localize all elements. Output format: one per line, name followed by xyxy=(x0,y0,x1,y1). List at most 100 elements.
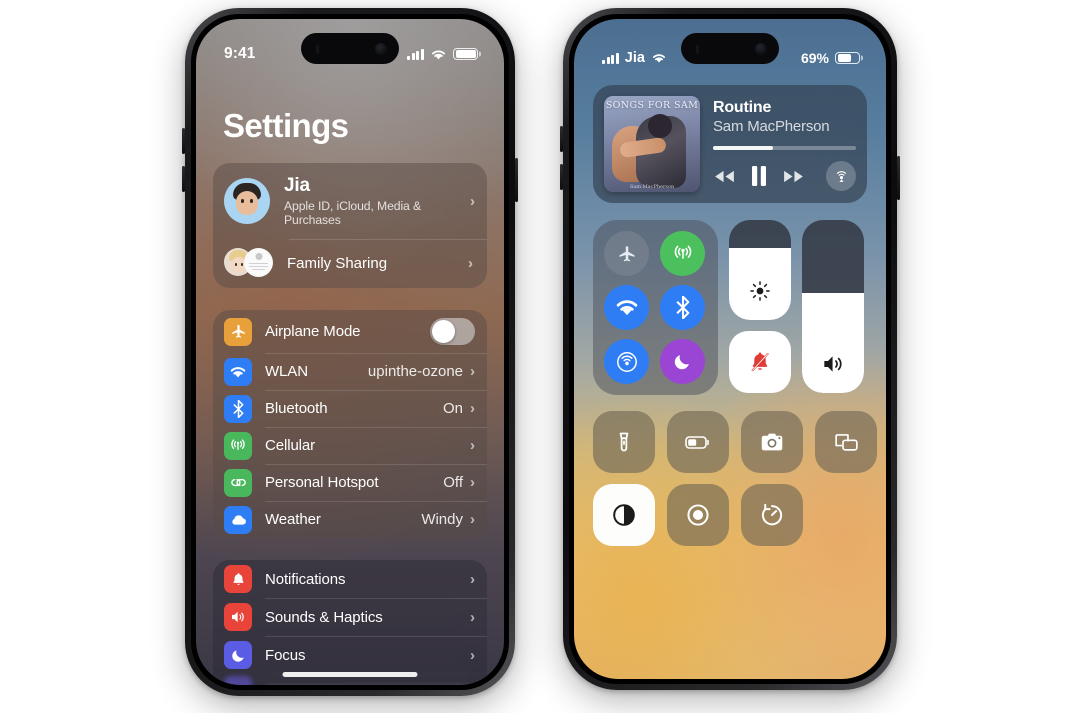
settings-row-personal-hotspot[interactable]: Personal Hotspot Off › xyxy=(213,464,487,501)
airplay-audio-icon[interactable] xyxy=(826,161,856,191)
settings-row-airplane-mode[interactable]: Airplane Mode xyxy=(213,310,487,353)
settings-row-value: upinthe-ozone xyxy=(367,363,463,380)
album-art-signature: Sam MacPherson xyxy=(629,184,675,190)
cellular-signal-icon xyxy=(224,431,252,460)
power-button[interactable] xyxy=(897,156,900,200)
settings-row-bluetooth[interactable]: Bluetooth On › xyxy=(213,390,487,427)
settings-row-label: Focus xyxy=(265,646,306,664)
settings-row-label: WLAN xyxy=(265,363,308,380)
track-artist: Sam MacPherson xyxy=(713,118,830,135)
wifi-toggle[interactable] xyxy=(604,285,649,330)
chevron-right-icon: › xyxy=(470,437,475,454)
dynamic-island xyxy=(681,33,779,64)
album-art-title: SONGS FOR SAM xyxy=(605,100,699,111)
moon-icon xyxy=(224,641,252,669)
wifi-icon xyxy=(224,357,252,386)
dark-mode-tile[interactable] xyxy=(593,484,655,546)
chevron-right-icon: › xyxy=(470,646,475,664)
family-avatars xyxy=(224,248,280,278)
control-center-content: SONGS FOR SAM Sam MacPherson Routine Sam… xyxy=(574,19,886,679)
volume-column xyxy=(802,220,864,395)
chevron-right-icon: › xyxy=(470,192,475,210)
iphone-device-settings: 9:41 Settings Jia Apple ID, iCloud, Medi… xyxy=(182,8,518,696)
settings-row-label: Cellular xyxy=(265,437,316,454)
memoji-avatar xyxy=(224,178,270,224)
settings-row-label: Sounds & Haptics xyxy=(265,608,383,626)
cellular-data-toggle[interactable] xyxy=(660,231,705,276)
battery-icon xyxy=(835,51,860,65)
settings-row-wlan[interactable]: WLAN upinthe-ozone › xyxy=(213,353,487,390)
chevron-right-icon: › xyxy=(468,254,473,272)
focus-toggle[interactable] xyxy=(660,339,705,384)
dynamic-island xyxy=(301,33,399,64)
account-subtitle: Apple ID, iCloud, Media & Purchases xyxy=(284,199,422,227)
settings-row-label: Bluetooth xyxy=(265,400,328,417)
chevron-right-icon: › xyxy=(470,363,475,380)
flashlight-tile[interactable] xyxy=(593,411,655,473)
settings-row-label: Personal Hotspot xyxy=(265,474,379,491)
chevron-right-icon: › xyxy=(470,570,475,588)
carrier-label: Jia xyxy=(624,50,645,66)
settings-row-value: Off xyxy=(443,474,463,491)
sun-icon xyxy=(729,262,791,320)
wifi-icon xyxy=(652,54,665,63)
camera-tile[interactable] xyxy=(741,411,803,473)
chevron-right-icon: › xyxy=(470,400,475,417)
apple-id-row[interactable]: Jia Apple ID, iCloud, Media & Purchases … xyxy=(213,163,487,239)
bluetooth-toggle[interactable] xyxy=(660,285,705,330)
cloud-icon xyxy=(224,505,252,534)
earpiece-speaker-icon xyxy=(696,44,699,53)
speaker-wave-icon xyxy=(224,603,252,631)
now-playing-card[interactable]: SONGS FOR SAM Sam MacPherson Routine Sam… xyxy=(593,85,867,203)
airplane-icon xyxy=(224,317,252,346)
connectivity-card: Airplane Mode WLAN upinthe-ozone › Bluet… xyxy=(213,310,487,538)
album-artwork[interactable]: SONGS FOR SAM Sam MacPherson xyxy=(604,96,700,192)
playback-scrubber[interactable] xyxy=(713,146,856,150)
bell-icon xyxy=(224,565,252,593)
settings-row-notifications[interactable]: Notifications › xyxy=(213,560,487,598)
airplane-mode-toggle[interactable] xyxy=(604,231,649,276)
settings-row-value: Windy xyxy=(421,511,463,528)
fast-forward-icon[interactable] xyxy=(782,169,805,184)
earpiece-speaker-icon xyxy=(316,44,319,53)
settings-row-focus[interactable]: Focus › xyxy=(213,636,487,674)
silent-mode-button[interactable] xyxy=(729,331,791,393)
settings-row-label: Weather xyxy=(265,511,321,528)
settings-row-weather[interactable]: Weather Windy › xyxy=(213,501,487,538)
settings-row-label: Airplane Mode xyxy=(265,323,361,340)
settings-row-sounds-haptics[interactable]: Sounds & Haptics › xyxy=(213,598,487,636)
low-power-mode-tile[interactable] xyxy=(667,411,729,473)
home-indicator[interactable] xyxy=(282,672,418,677)
timer-tile[interactable] xyxy=(741,484,803,546)
pause-icon[interactable] xyxy=(751,166,767,186)
airplane-mode-toggle[interactable] xyxy=(430,318,475,345)
iphone-device-control-center: Jia 69% SONGS FOR SAM Sam MacPherson Rou… xyxy=(560,8,900,690)
settings-content: Settings Jia Apple ID, iCloud, Media & P… xyxy=(196,19,504,685)
family-sharing-label: Family Sharing xyxy=(287,254,388,272)
volume-slider[interactable] xyxy=(802,220,864,393)
bluetooth-icon xyxy=(224,394,252,423)
cellular-bars-icon xyxy=(407,48,424,60)
front-camera-icon xyxy=(375,42,387,55)
settings-row-value: On xyxy=(442,400,463,417)
hotspot-link-icon xyxy=(224,468,252,497)
rewind-icon[interactable] xyxy=(713,169,736,184)
control-center-middle xyxy=(593,220,867,395)
brightness-slider[interactable] xyxy=(729,220,791,320)
settings-row-cellular[interactable]: Cellular › xyxy=(213,427,487,464)
family-sharing-row[interactable]: Family Sharing › xyxy=(213,239,487,288)
settings-screen: 9:41 Settings Jia Apple ID, iCloud, Medi… xyxy=(196,19,504,685)
screen-record-tile[interactable] xyxy=(667,484,729,546)
brightness-and-silent-column xyxy=(729,220,791,395)
chevron-right-icon: › xyxy=(470,511,475,528)
account-card: Jia Apple ID, iCloud, Media & Purchases … xyxy=(213,163,487,288)
speaker-wave-icon xyxy=(802,335,864,393)
track-title: Routine xyxy=(713,99,772,116)
account-name: Jia xyxy=(284,175,310,196)
power-button[interactable] xyxy=(515,158,518,202)
airdrop-toggle[interactable] xyxy=(604,339,649,384)
settings-row-label: Notifications xyxy=(265,570,346,588)
screen-mirroring-tile[interactable] xyxy=(815,411,877,473)
screenshot-canvas: 9:41 Settings Jia Apple ID, iCloud, Medi… xyxy=(0,0,1080,713)
cellular-bars-icon xyxy=(602,52,619,64)
